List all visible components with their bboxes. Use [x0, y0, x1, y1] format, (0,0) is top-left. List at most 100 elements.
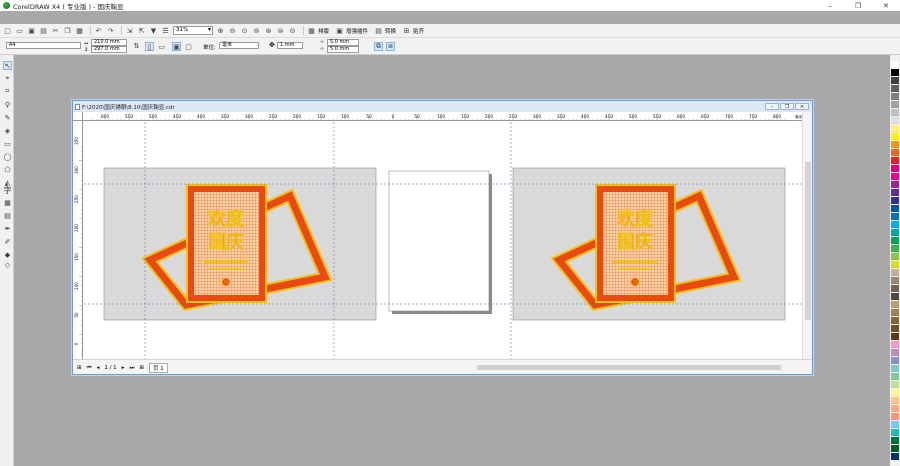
- zoom-tool-icon[interactable]: ⚲: [3, 100, 12, 109]
- next-page-icon[interactable]: ▸: [122, 365, 125, 371]
- paper-size-select[interactable]: A4: [6, 42, 81, 49]
- drawing-canvas[interactable]: 欢度 国庆 71 欢度 国庆 71: [84, 122, 802, 359]
- palette-swatch[interactable]: [891, 109, 899, 116]
- all-pages-icon[interactable]: ▣: [172, 42, 181, 51]
- zoom-all-icon[interactable]: ⊚: [252, 26, 261, 35]
- palette-swatch[interactable]: [891, 357, 899, 364]
- maximize-button[interactable]: ❐: [844, 0, 872, 11]
- palette-swatch[interactable]: [891, 325, 899, 332]
- portrait-icon[interactable]: ▯: [145, 42, 154, 51]
- palette-swatch[interactable]: [891, 429, 899, 436]
- zoom-height-icon[interactable]: ⊝: [288, 26, 297, 35]
- snap-button[interactable]: ⊞ 贴齐: [402, 26, 424, 35]
- outline-pen-icon[interactable]: ✐: [3, 237, 12, 246]
- layout-button[interactable]: ▦ 排版: [307, 26, 329, 35]
- treat-as-filled-icon[interactable]: ⧉: [374, 42, 383, 51]
- palette-swatch[interactable]: [891, 189, 899, 196]
- ellipse-tool-icon[interactable]: ◯: [3, 152, 12, 161]
- last-page-icon[interactable]: ⏭: [129, 365, 134, 372]
- palette-swatch[interactable]: [891, 349, 899, 356]
- undo-icon[interactable]: ↶: [94, 26, 103, 35]
- palette-swatch[interactable]: [891, 205, 899, 212]
- palette-swatch[interactable]: [891, 237, 899, 244]
- pick-tool-icon[interactable]: ↖: [3, 61, 12, 70]
- palette-swatch[interactable]: [891, 157, 899, 164]
- palette-swatch[interactable]: [891, 365, 899, 372]
- palette-swatch[interactable]: [891, 173, 899, 180]
- palette-swatch[interactable]: [891, 381, 899, 388]
- zoom-level-select[interactable]: 31%: [173, 26, 213, 35]
- palette-swatch[interactable]: [891, 445, 899, 452]
- palette-swatch[interactable]: [891, 285, 899, 292]
- add-page-icon[interactable]: ⊞: [77, 365, 82, 371]
- import-icon[interactable]: ⇲: [125, 26, 134, 35]
- first-page-icon[interactable]: ⏮: [87, 365, 92, 372]
- redo-icon[interactable]: ↷: [106, 26, 115, 35]
- palette-swatch[interactable]: [891, 93, 899, 100]
- palette-swatch[interactable]: [891, 133, 899, 140]
- current-page-icon[interactable]: ▢: [184, 42, 193, 51]
- palette-swatch[interactable]: [891, 149, 899, 156]
- vertical-scroll-thumb[interactable]: [805, 162, 811, 320]
- palette-swatch[interactable]: [891, 181, 899, 188]
- palette-swatch[interactable]: [891, 309, 899, 316]
- palette-swatch[interactable]: [891, 69, 899, 76]
- zoom-page-icon[interactable]: ⊛: [264, 26, 273, 35]
- palette-swatch[interactable]: [891, 85, 899, 92]
- rectangle-tool-icon[interactable]: ▭: [3, 139, 12, 148]
- open-folder-icon[interactable]: ▭: [15, 26, 24, 35]
- cut-icon[interactable]: ✂: [51, 26, 60, 35]
- convert-button[interactable]: ▤ 转换: [374, 26, 396, 35]
- stepper-icon[interactable]: ⇅: [132, 41, 141, 50]
- palette-swatch[interactable]: [891, 405, 899, 412]
- palette-swatch[interactable]: [891, 317, 899, 324]
- add-page-end-icon[interactable]: ⊞: [139, 365, 144, 371]
- horizontal-ruler[interactable]: 600 550 500 450 400 350 300 250 200 150 100 50 0 50 10…: [83, 112, 803, 121]
- palette-swatch[interactable]: [891, 101, 899, 108]
- paste-icon[interactable]: ▦: [75, 26, 84, 35]
- interactive-fill-icon[interactable]: ◇: [3, 260, 12, 269]
- palette-swatch[interactable]: [891, 293, 899, 300]
- palette-swatch[interactable]: [891, 341, 899, 348]
- palette-swatch[interactable]: [891, 373, 899, 380]
- palette-swatch[interactable]: [891, 61, 899, 68]
- shape-tool-icon[interactable]: ⌖: [3, 74, 12, 83]
- minimize-button[interactable]: –: [816, 0, 844, 11]
- eyedropper-icon[interactable]: ✒: [3, 224, 12, 233]
- interactive-blend-icon[interactable]: ▤: [3, 211, 12, 220]
- crop-tool-icon[interactable]: ⌗: [3, 87, 12, 96]
- palette-swatch[interactable]: [891, 197, 899, 204]
- close-button[interactable]: ✕: [872, 0, 900, 11]
- polygon-tool-icon[interactable]: ⬠: [3, 165, 12, 174]
- freehand-tool-icon[interactable]: ✎: [3, 113, 12, 122]
- duplicate-y-field[interactable]: 5.0 mm: [327, 46, 359, 53]
- zoom-out-icon[interactable]: ⊖: [228, 26, 237, 35]
- plugins-button[interactable]: ▣ 增强插件: [335, 26, 368, 35]
- new-document-icon[interactable]: ▢: [3, 26, 12, 35]
- export-icon[interactable]: ⇱: [137, 26, 146, 35]
- palette-swatch[interactable]: [891, 453, 899, 460]
- zoom-in-icon[interactable]: ⊕: [216, 26, 225, 35]
- palette-swatch[interactable]: [891, 221, 899, 228]
- page-height-field[interactable]: 297.0 mm: [91, 46, 127, 53]
- middle-page[interactable]: [388, 170, 490, 312]
- print-icon[interactable]: ▤: [39, 26, 48, 35]
- palette-swatch[interactable]: [891, 269, 899, 276]
- palette-swatch[interactable]: [891, 141, 899, 148]
- fill-tool-icon[interactable]: ◆: [3, 250, 12, 259]
- palette-swatch[interactable]: [891, 437, 899, 444]
- palette-swatch[interactable]: [891, 277, 899, 284]
- palette-swatch[interactable]: [891, 165, 899, 172]
- horizontal-scroll-thumb[interactable]: [477, 365, 781, 370]
- prev-page-icon[interactable]: ◂: [97, 365, 100, 371]
- palette-swatch[interactable]: [891, 333, 899, 340]
- application-launcher-icon[interactable]: ▼: [149, 26, 158, 35]
- palette-swatch[interactable]: [891, 77, 899, 84]
- palette-swatch[interactable]: [891, 125, 899, 132]
- vertical-ruler[interactable]: 350 300 250 200 150 100 50 0: [73, 121, 83, 373]
- smart-fill-icon[interactable]: ◈: [3, 126, 12, 135]
- palette-swatch[interactable]: [891, 397, 899, 404]
- page-width-field[interactable]: 210.0 mm: [91, 39, 127, 46]
- palette-swatch[interactable]: [891, 213, 899, 220]
- text-tool-icon[interactable]: 字: [3, 186, 12, 195]
